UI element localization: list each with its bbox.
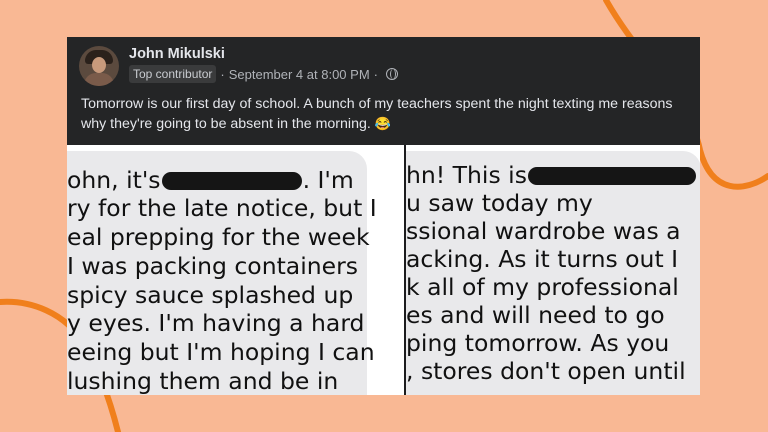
laughing-emoji: 😂 — [374, 116, 391, 131]
redacted-name-scribble — [527, 167, 696, 185]
message-line: es and will need to go — [406, 301, 665, 329]
text-message-screenshot-left[interactable]: ohn, it's. I'm ry for the late notice, b… — [67, 145, 404, 395]
message-line: spicy sauce splashed up — [67, 281, 354, 309]
message-line: y eyes. I'm having a hard — [67, 309, 365, 337]
top-contributor-badge: Top contributor — [129, 65, 217, 83]
message-line: ry for the late notice, but I — [67, 194, 377, 222]
redacted-name-scribble — [161, 172, 302, 190]
facebook-post-card: John Mikulski Top contributor · Septembe… — [67, 37, 700, 395]
avatar[interactable] — [79, 46, 119, 86]
author-name[interactable]: John Mikulski — [129, 46, 225, 62]
text-message-screenshot-right[interactable]: hn! This is u saw today my ssional wardr… — [406, 145, 700, 395]
message-line: I was packing containers — [67, 252, 358, 280]
message-line: eeing but I'm hoping I can — [67, 338, 375, 366]
message-line: k all of my professional — [406, 273, 679, 301]
globe-icon — [386, 68, 398, 80]
post-text: Tomorrow is our first day of school. A b… — [81, 94, 687, 134]
meta-separator: · — [220, 66, 225, 82]
message-line: eal prepping for the week — [67, 223, 370, 251]
meta-separator: · — [373, 66, 378, 82]
post-meta: Top contributor · September 4 at 8:00 PM… — [129, 65, 398, 83]
message-line: u saw today my — [406, 189, 593, 217]
post-header: John Mikulski Top contributor · Septembe… — [67, 37, 700, 145]
message-line: ping tomorrow. As you — [406, 329, 670, 357]
post-timestamp[interactable]: September 4 at 8:00 PM — [229, 67, 370, 82]
screenshot-images: ohn, it's. I'm ry for the late notice, b… — [67, 145, 700, 395]
message-line: ohn, it's. I'm — [67, 166, 354, 194]
message-line: acking. As it turns out I — [406, 245, 679, 273]
message-line: , stores don't open until — [406, 357, 686, 385]
message-line: ssional wardrobe was a — [406, 217, 681, 245]
message-line: hn! This is — [406, 161, 697, 189]
message-line: lushing them and be in — [67, 367, 339, 395]
